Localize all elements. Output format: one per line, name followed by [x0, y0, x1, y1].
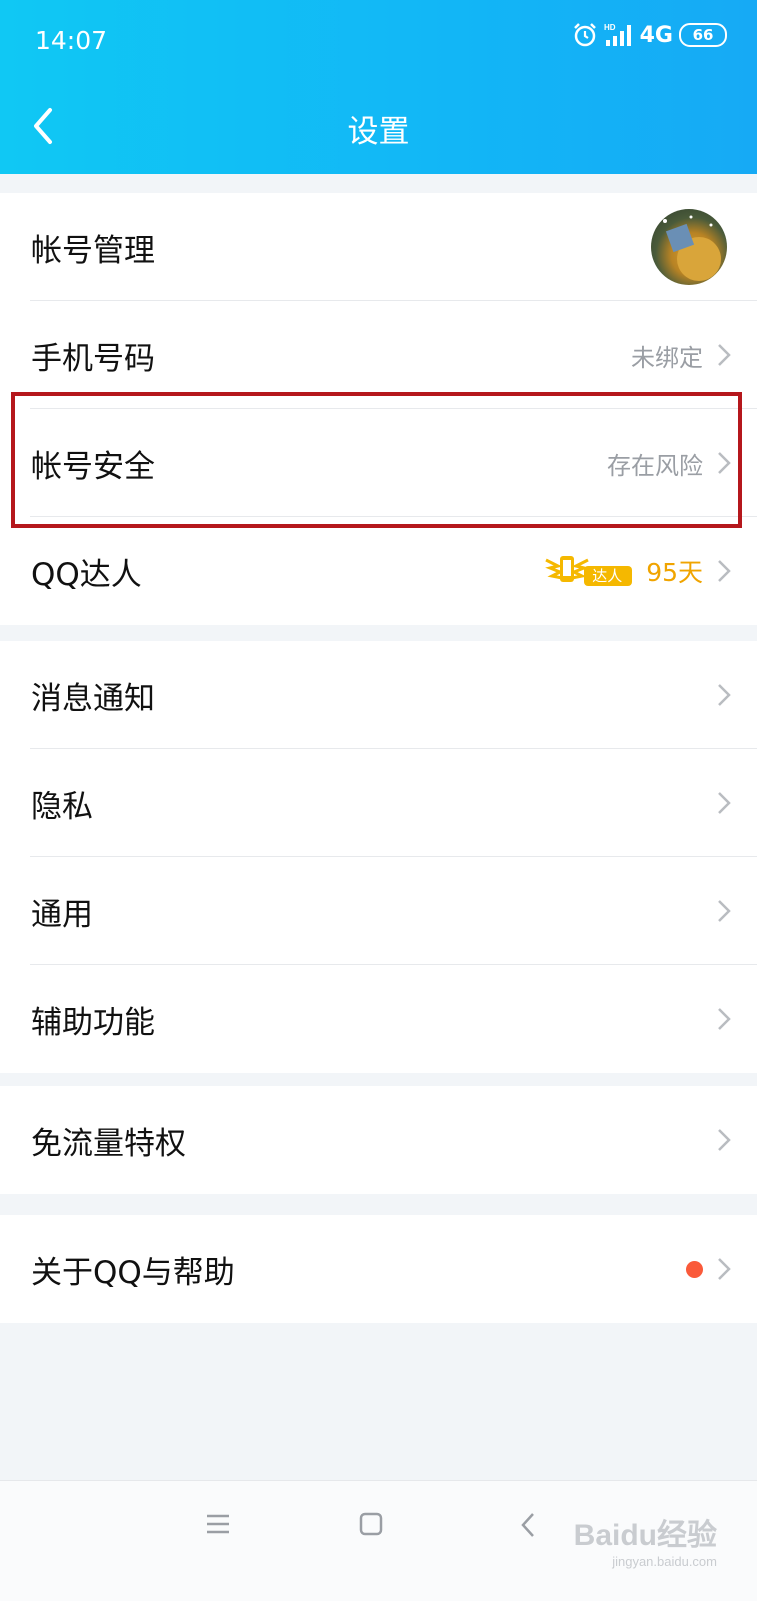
row-qq-expert[interactable]: QQ达人 达人 95天 [0, 517, 757, 625]
chevron-right-icon [718, 560, 731, 582]
svg-text:HD: HD [604, 23, 616, 32]
row-notifications[interactable]: 消息通知 [0, 641, 757, 749]
row-about-help[interactable]: 关于QQ与帮助 [0, 1215, 757, 1323]
expert-badge: 达人 [544, 552, 634, 590]
row-value: 未绑定 [631, 343, 703, 372]
chevron-right-icon [718, 684, 731, 706]
row-label: 消息通知 [31, 680, 155, 717]
row-accessibility[interactable]: 辅助功能 [0, 965, 757, 1073]
row-label: 免流量特权 [31, 1125, 186, 1162]
expert-badge-text: 达人 [592, 567, 623, 585]
signal-icon: HD [604, 23, 631, 46]
row-privacy[interactable]: 隐私 [0, 749, 757, 857]
row-data-free-privilege[interactable]: 免流量特权 [0, 1086, 757, 1194]
watermark-url: jingyan.baidu.com [612, 1554, 717, 1569]
preferences-group: 消息通知 隐私 通用 辅助功能 [0, 641, 757, 1073]
row-label: 辅助功能 [31, 1004, 155, 1041]
data-free-group: 免流量特权 [0, 1086, 757, 1194]
watermark-brand: Baidu经验 [573, 1519, 717, 1552]
highlight-box [11, 392, 742, 528]
row-general[interactable]: 通用 [0, 857, 757, 965]
status-bar: 14:07 HD 4G 66 [0, 0, 757, 82]
row-label: 关于QQ与帮助 [31, 1254, 235, 1291]
menu-icon[interactable] [205, 1511, 231, 1537]
expert-days: 95天 [646, 558, 703, 587]
row-label: 通用 [31, 896, 93, 933]
nav-back-icon[interactable] [518, 1511, 538, 1539]
about-group: 关于QQ与帮助 [0, 1215, 757, 1323]
chevron-right-icon [718, 792, 731, 814]
row-account-management[interactable]: 帐号管理 [0, 193, 757, 301]
notification-dot [686, 1260, 703, 1278]
watermark: Baidu经验 jingyan.baidu.com [574, 1510, 717, 1569]
home-square-icon[interactable] [358, 1511, 384, 1537]
page-title: 设置 [347, 114, 410, 150]
avatar-image [663, 215, 721, 281]
chevron-right-icon [718, 1008, 731, 1030]
network-type: 4G [639, 22, 673, 48]
top-bar: 设置 [0, 82, 757, 174]
row-label: 隐私 [31, 788, 93, 825]
row-label: QQ达人 [31, 556, 142, 593]
chevron-right-icon [718, 1258, 731, 1280]
avatar[interactable] [651, 209, 727, 285]
chevron-right-icon [718, 1129, 731, 1151]
row-label: 手机号码 [31, 340, 155, 377]
alarm-icon [573, 23, 596, 47]
row-label: 帐号管理 [31, 232, 155, 269]
chevron-right-icon [718, 900, 731, 922]
status-icons: HD 4G 66 [572, 22, 727, 48]
battery-icon: 66 [679, 23, 727, 47]
chevron-right-icon [718, 344, 731, 366]
status-time: 14:07 [35, 26, 108, 55]
